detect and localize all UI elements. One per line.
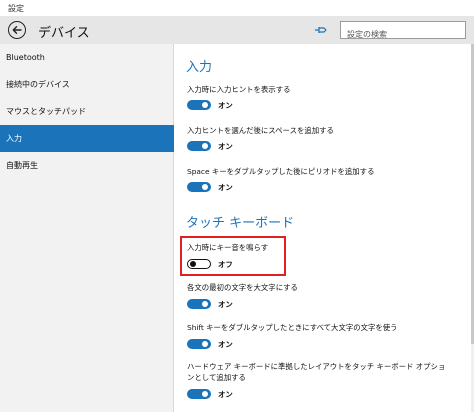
setting-label-caps-lock-shift: Shift キーをダブルタップしたときにすべて大文字の文字を使う (187, 323, 398, 332)
setting-row-show-suggestions: オン (187, 99, 233, 111)
toggle-knob (202, 184, 208, 190)
window-title: 設定 (8, 4, 24, 13)
toggle-knob (202, 143, 208, 149)
toggle-knob (202, 391, 208, 397)
setting-label-capitalize-first: 各文の最初の文字を大文字にする (187, 283, 298, 292)
window-title-bar: 設定 (0, 0, 474, 17)
setting-row-capitalize-first: オン (187, 298, 233, 310)
highlight-annotation-box (180, 236, 286, 276)
toggle-add-space[interactable] (187, 141, 211, 151)
toggle-standard-layout[interactable] (187, 389, 211, 399)
search-input[interactable] (341, 26, 461, 43)
setting-label-show-suggestions: 入力時に入力ヒントを表示する (187, 85, 291, 94)
setting-row-standard-layout: オン (187, 388, 233, 400)
page-title: デバイス (38, 26, 90, 41)
toggle-knob (202, 102, 208, 108)
settings-content: 入力 入力時に入力ヒントを表示する オン 入力ヒントを選んだ後にスペースを追加す… (175, 44, 474, 412)
sidebar-item-connected-devices[interactable]: 接続中のデバイス (0, 71, 174, 98)
toggle-state-label: オン (218, 389, 233, 399)
setting-label-standard-layout: ハードウェア キーボードに準拠したレイアウトをタッチ キーボード オプションとし… (187, 362, 446, 382)
toggle-caps-lock-shift[interactable] (187, 339, 211, 349)
toggle-knob (202, 341, 208, 347)
sidebar-item-autoplay[interactable]: 自動再生 (0, 152, 174, 179)
sidebar-item-mouse-touchpad[interactable]: マウスとタッチパッド (0, 98, 174, 125)
search-box[interactable] (340, 21, 466, 43)
toggle-capitalize-first[interactable] (187, 299, 211, 309)
toggle-double-space-period[interactable] (187, 182, 211, 192)
toggle-knob (202, 301, 208, 307)
back-button[interactable] (8, 21, 26, 39)
section-title-touch-keyboard: タッチ キーボード (186, 216, 295, 231)
toggle-state-label: オン (218, 182, 233, 192)
toggle-state-label: オン (218, 100, 233, 110)
toggle-state-label: オン (218, 299, 233, 309)
sidebar-item-typing[interactable]: 入力 (0, 125, 174, 152)
section-title-typing: 入力 (186, 60, 213, 75)
setting-label-add-space: 入力ヒントを選んだ後にスペースを追加する (187, 126, 334, 135)
page-header: デバイス (0, 16, 474, 44)
setting-label-double-space-period: Space キーをダブルタップした後にピリオドを追加する (187, 167, 375, 176)
pin-icon[interactable] (314, 24, 328, 36)
back-arrow-icon (12, 26, 22, 34)
setting-row-double-space-period: オン (187, 181, 233, 193)
sidebar-item-bluetooth[interactable]: Bluetooth (0, 44, 174, 71)
setting-row-caps-lock-shift: オン (187, 338, 233, 350)
toggle-state-label: オン (218, 339, 233, 349)
toggle-state-label: オン (218, 141, 233, 151)
sidebar: Bluetooth 接続中のデバイス マウスとタッチパッド 入力 自動再生 (0, 44, 174, 412)
toggle-show-suggestions[interactable] (187, 100, 211, 110)
setting-row-add-space: オン (187, 140, 233, 152)
